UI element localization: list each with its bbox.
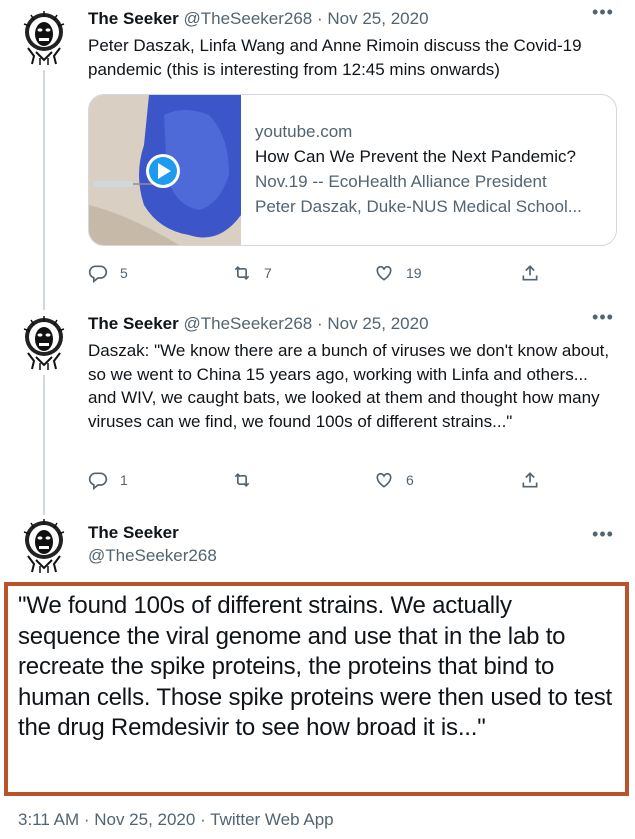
like-count: 6 [406,472,414,488]
display-name[interactable]: The Seeker [88,9,179,28]
more-icon[interactable]: ••• [591,525,615,548]
tweet-1[interactable]: The Seeker @TheSeeker268 · Nov 25, 2020 … [0,0,635,310]
share-icon [522,472,538,488]
retweet-button[interactable]: 7 [232,261,272,285]
action-bar: 1 6 [88,468,548,492]
thread-line [43,375,45,515]
tweet-date[interactable]: Nov 25, 2020 [327,9,428,28]
reply-icon [88,472,108,490]
more-icon[interactable]: ••• [591,3,615,26]
tweet-text: Peter Daszak, Linfa Wang and Anne Rimoin… [88,36,582,79]
retweet-icon [234,265,250,281]
user-handle[interactable]: @TheSeeker268 [183,9,312,28]
card-description-line-2: Peter Daszak, Duke-NUS Medical School... [255,197,582,216]
reply-button[interactable]: 5 [88,261,128,285]
share-icon [522,265,538,281]
tweet-header: The Seeker @TheSeeker268 · Nov 25, 2020 [88,313,429,335]
avatar[interactable] [20,518,68,574]
tweet-timestamp-footer[interactable]: 3:11 AM · Nov 25, 2020 · Twitter Web App [18,809,334,831]
avatar[interactable] [20,10,68,66]
tweet-date[interactable]: Nov 25, 2020 [327,314,428,333]
retweet-icon [234,472,250,488]
like-icon [376,265,392,281]
mask-emblem-icon [23,518,65,574]
share-button[interactable] [520,261,540,285]
retweet-button[interactable] [232,468,264,492]
card-thumbnail [89,95,241,245]
card-title: How Can We Prevent the Next Pandemic? [255,147,576,166]
separator-dot: · [316,9,323,28]
reply-count: 1 [120,472,128,488]
card-meta: youtube.com How Can We Prevent the Next … [255,119,605,219]
thread-line [43,70,45,310]
focus-tweet-text: "We found 100s of different strains. We … [18,592,613,741]
like-button[interactable]: 6 [374,468,414,492]
mask-emblem-icon [23,315,65,371]
reply-button[interactable]: 1 [88,468,128,492]
link-card[interactable]: youtube.com How Can We Prevent the Next … [88,94,617,246]
tweet-header: The Seeker @TheSeeker268 · Nov 25, 2020 [88,8,429,30]
tweet-text: Daszak: "We know there are a bunch of vi… [88,341,610,431]
like-count: 19 [406,265,422,281]
display-name[interactable]: The Seeker [88,522,179,544]
reply-icon [88,265,108,283]
display-name[interactable]: The Seeker [88,314,179,333]
card-description-line-1: Nov.19 -- EcoHealth Alliance President [255,172,547,191]
user-handle[interactable]: @TheSeeker268 [88,545,217,567]
user-handle[interactable]: @TheSeeker268 [183,314,312,333]
retweet-count: 7 [264,265,272,281]
share-button[interactable] [520,468,540,492]
mask-emblem-icon [23,10,65,66]
card-domain: youtube.com [255,122,353,141]
separator-dot: · [316,314,323,333]
like-icon [376,472,392,488]
tweet-2[interactable]: The Seeker @TheSeeker268 · Nov 25, 2020 … [0,305,635,515]
reply-count: 5 [120,265,128,281]
like-button[interactable]: 19 [374,261,422,285]
more-icon[interactable]: ••• [591,308,615,331]
avatar[interactable] [20,315,68,371]
action-bar: 5 7 19 [88,261,548,285]
